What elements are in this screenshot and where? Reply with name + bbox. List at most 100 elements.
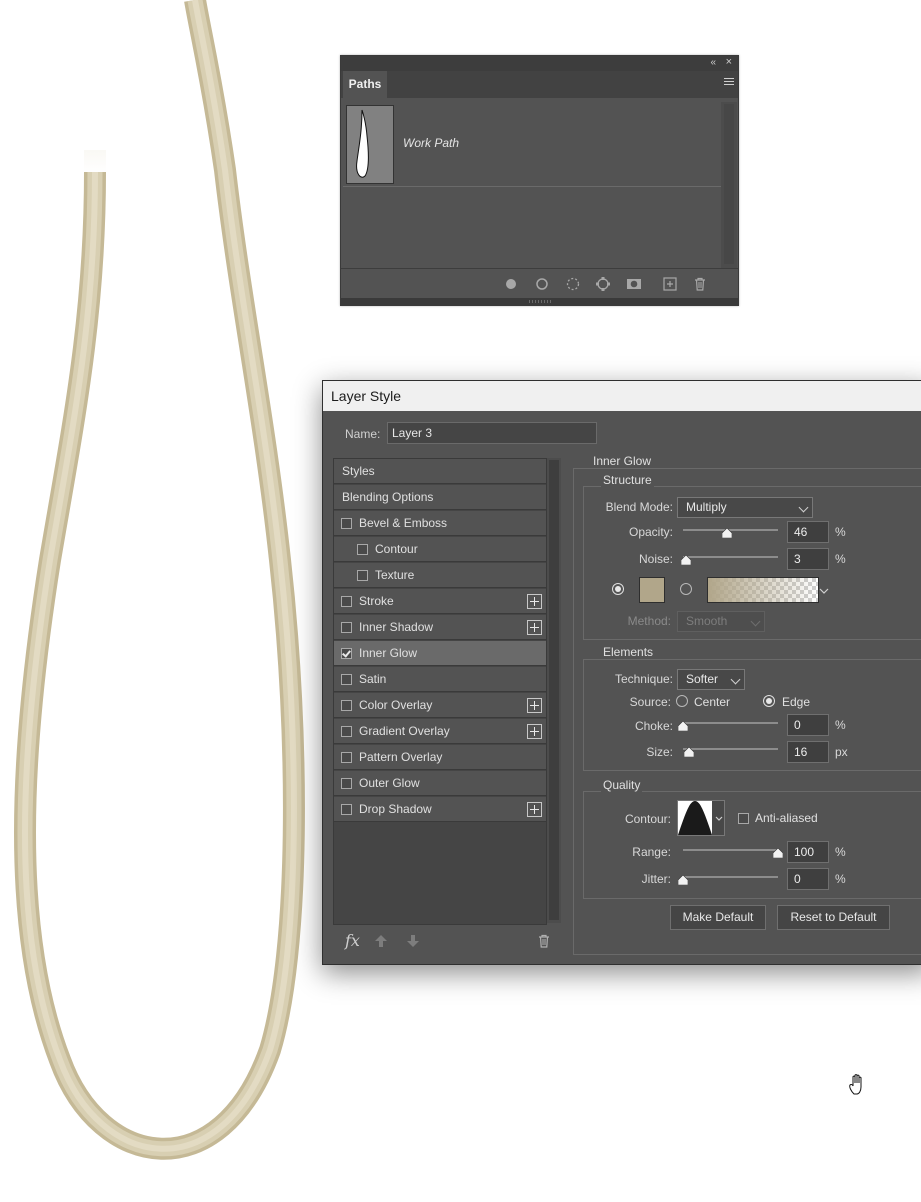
add-effect-icon[interactable]: [527, 724, 542, 739]
path-row-work-path[interactable]: Work Path: [343, 102, 721, 187]
style-item-satin[interactable]: Satin: [334, 667, 546, 692]
source-edge-radio[interactable]: [763, 695, 775, 707]
size-slider-thumb[interactable]: [684, 747, 695, 757]
style-item-styles[interactable]: Styles: [334, 459, 546, 484]
contour-picker[interactable]: [677, 800, 725, 836]
style-item-label: Satin: [359, 672, 387, 686]
path-name: Work Path: [403, 136, 460, 150]
opacity-slider-thumb[interactable]: [721, 528, 732, 538]
style-item-outer-glow[interactable]: Outer Glow: [334, 771, 546, 796]
range-input[interactable]: 100: [787, 841, 829, 863]
delete-path-icon[interactable]: [692, 276, 708, 292]
move-up-icon[interactable]: [373, 933, 389, 949]
reset-to-default-button[interactable]: Reset to Default: [777, 905, 890, 930]
new-path-icon[interactable]: [662, 276, 678, 292]
choke-slider-thumb[interactable]: [678, 721, 688, 731]
style-item-contour[interactable]: Contour: [334, 537, 546, 562]
range-slider[interactable]: [683, 849, 778, 851]
technique-select[interactable]: Softer: [677, 669, 745, 690]
gradient-radio[interactable]: [680, 583, 692, 595]
style-checkbox[interactable]: [341, 622, 352, 633]
noise-slider[interactable]: [683, 556, 778, 558]
style-item-color-overlay[interactable]: Color Overlay: [334, 693, 546, 718]
move-down-icon[interactable]: [405, 933, 421, 949]
panel-top-bar: « ×: [341, 56, 738, 71]
style-checkbox[interactable]: [341, 752, 352, 763]
chevron-down-icon[interactable]: [819, 587, 829, 595]
fill-path-icon[interactable]: [503, 276, 519, 292]
jitter-input[interactable]: 0: [787, 868, 829, 890]
panel-resize-bar[interactable]: [341, 298, 738, 305]
size-slider[interactable]: [683, 748, 778, 750]
opacity-input[interactable]: 46: [787, 521, 829, 543]
choke-label: Choke:: [634, 719, 673, 733]
style-item-label: Inner Glow: [359, 646, 418, 660]
jitter-slider-thumb[interactable]: [678, 875, 688, 885]
style-checkbox[interactable]: [341, 726, 352, 737]
make-work-path-icon[interactable]: [595, 276, 611, 292]
method-label: Method:: [627, 614, 671, 628]
make-default-button[interactable]: Make Default: [670, 905, 766, 930]
jitter-slider[interactable]: [683, 876, 778, 878]
style-checkbox[interactable]: [341, 518, 352, 529]
style-item-label: Pattern Overlay: [359, 750, 443, 764]
source-label: Source:: [629, 695, 671, 709]
style-checkbox[interactable]: [341, 778, 352, 789]
anti-aliased-label: Anti-aliased: [755, 811, 818, 825]
name-label: Name:: [345, 427, 381, 441]
panel-menu-icon[interactable]: [724, 78, 734, 87]
style-checkbox[interactable]: [341, 804, 352, 815]
load-as-selection-icon[interactable]: [565, 276, 581, 292]
style-checkbox[interactable]: [341, 700, 352, 711]
quality-title: Quality: [601, 778, 643, 792]
tab-paths[interactable]: Paths: [343, 71, 387, 98]
fx-icon[interactable]: fx: [345, 931, 360, 950]
path-shape-icon: [356, 109, 369, 178]
source-center-radio[interactable]: [676, 695, 688, 707]
close-panel-button[interactable]: ×: [726, 56, 732, 69]
style-item-pattern-overlay[interactable]: Pattern Overlay: [334, 745, 546, 770]
anti-aliased-checkbox[interactable]: [738, 813, 749, 824]
style-item-blending-options[interactable]: Blending Options: [334, 485, 546, 510]
noise-input[interactable]: 3: [787, 548, 829, 570]
noise-slider-thumb[interactable]: [680, 555, 691, 565]
collapse-panel-button[interactable]: «: [710, 57, 716, 69]
add-effect-icon[interactable]: [527, 802, 542, 817]
style-item-bevel-emboss[interactable]: Bevel & Emboss: [334, 511, 546, 536]
styles-list: Styles Blending Options Bevel & Emboss Cont…: [333, 458, 547, 925]
delete-effect-icon[interactable]: [536, 933, 552, 949]
style-checkbox[interactable]: [357, 570, 368, 581]
style-item-inner-shadow[interactable]: Inner Shadow: [334, 615, 546, 640]
style-checkbox[interactable]: [341, 596, 352, 607]
glow-gradient-swatch[interactable]: [707, 577, 819, 603]
size-input[interactable]: 16: [787, 741, 829, 763]
range-slider-thumb[interactable]: [773, 848, 783, 858]
elements-title: Elements: [601, 645, 656, 659]
contour-label: Contour:: [624, 812, 671, 826]
style-item-texture[interactable]: Texture: [334, 563, 546, 588]
style-item-gradient-overlay[interactable]: Gradient Overlay: [334, 719, 546, 744]
style-checkbox[interactable]: [341, 674, 352, 685]
style-item-inner-glow[interactable]: Inner Glow: [334, 641, 546, 666]
layer-name-input[interactable]: Layer 3: [387, 422, 597, 444]
opacity-label: Opacity:: [628, 525, 673, 539]
add-mask-icon[interactable]: [626, 276, 642, 292]
source-edge-label: Edge: [782, 695, 811, 709]
choke-input[interactable]: 0: [787, 714, 829, 736]
styles-scrollbar[interactable]: [547, 458, 561, 923]
paths-scrollbar[interactable]: [721, 102, 737, 269]
style-checkbox[interactable]: [357, 544, 368, 555]
add-effect-icon[interactable]: [527, 620, 542, 635]
style-item-label: Styles: [342, 464, 375, 478]
add-effect-icon[interactable]: [527, 698, 542, 713]
stroke-path-icon[interactable]: [534, 276, 550, 292]
glow-color-swatch[interactable]: [639, 577, 665, 603]
style-item-drop-shadow[interactable]: Drop Shadow: [334, 797, 546, 822]
style-item-stroke[interactable]: Stroke: [334, 589, 546, 614]
style-checkbox[interactable]: [341, 648, 352, 659]
structure-title: Structure: [601, 473, 654, 487]
add-effect-icon[interactable]: [527, 594, 542, 609]
blend-mode-select[interactable]: Multiply: [677, 497, 813, 518]
solid-color-radio[interactable]: [612, 583, 624, 595]
choke-slider[interactable]: [683, 722, 778, 724]
